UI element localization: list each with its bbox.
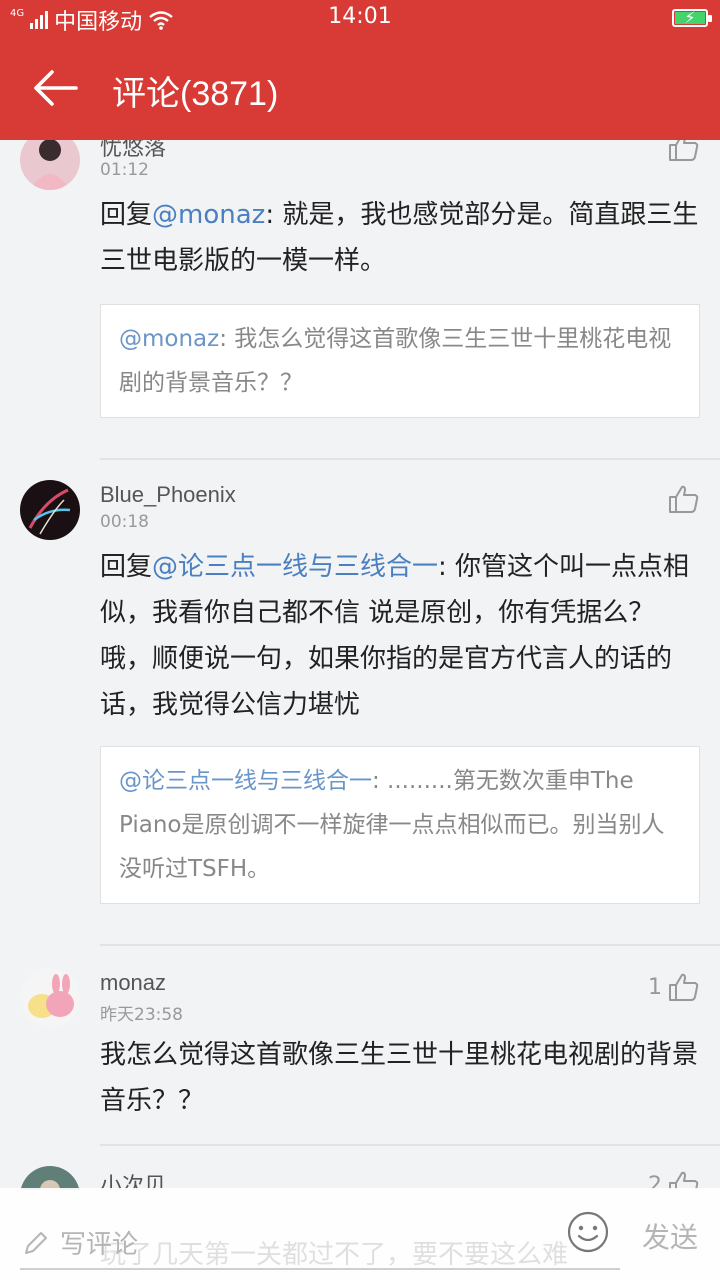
thumbs-up-icon: [669, 140, 699, 161]
comment-input[interactable]: 写评论: [22, 1224, 138, 1261]
comment-time: 00:18: [100, 512, 149, 532]
comment-placeholder: 写评论: [60, 1230, 139, 1260]
like-button[interactable]: 2: [648, 1170, 700, 1190]
page-title: 评论(3871): [112, 75, 279, 113]
comment-text: 我怎么觉得这首歌像三生三世十里桃花电视剧的背景音乐？？: [100, 1040, 699, 1116]
quoted-comment[interactable]: @论三点一线与三线合一: .........第无数次重申The Piano是原创…: [100, 746, 700, 904]
quote-mention[interactable]: @monaz: [119, 326, 219, 352]
comment-list[interactable]: 忧悠落 01:12 回复@monaz: 就是，我也感觉部分是。简直跟三生三世电影…: [0, 140, 720, 1190]
divider: [100, 458, 720, 460]
avatar[interactable]: [20, 1166, 80, 1190]
avatar[interactable]: [20, 968, 80, 1028]
back-arrow-icon[interactable]: [30, 66, 78, 110]
like-count: 1: [648, 974, 662, 1000]
comment-text: 回复@论三点一线与三线合一: 你管这个叫一点点相似，我看你自己都不信 说是原创，…: [100, 544, 700, 728]
quote-mention[interactable]: @论三点一线与三线合一: [119, 768, 372, 794]
clock: 14:01: [328, 4, 392, 29]
comment-time: 01:12: [100, 160, 149, 180]
reply-mention[interactable]: @论三点一线与三线合一: [152, 552, 438, 582]
comment-input-bar: 玩了几天第一关都过不了，要不要这么难 写评论 发送: [0, 1188, 720, 1280]
thumbs-up-icon: [669, 485, 699, 513]
input-underline: [20, 1268, 620, 1270]
like-button[interactable]: [662, 484, 700, 514]
thumbs-up-icon: [669, 1171, 699, 1190]
comment-preview-text: 玩了几天第一关都过不了，要不要这么难: [100, 1240, 569, 1270]
comment-text: 回复@monaz: 就是，我也感觉部分是。简直跟三生三世电影版的一模一样。: [100, 192, 700, 284]
divider: [100, 1144, 720, 1146]
comment-username[interactable]: 小次贝: [100, 1168, 166, 1190]
like-button[interactable]: [662, 140, 700, 162]
comment-username[interactable]: 忧悠落: [100, 140, 166, 162]
battery-icon: ⚡: [672, 8, 712, 27]
comment-username[interactable]: Blue_Phoenix: [100, 482, 236, 508]
divider: [100, 944, 720, 946]
reply-prefix: 回复: [100, 552, 153, 582]
avatar[interactable]: [20, 480, 80, 540]
status-bar: 4G 中国移动 14:01 ⚡: [0, 0, 720, 36]
emoji-icon[interactable]: [566, 1210, 610, 1254]
avatar[interactable]: [20, 140, 80, 190]
like-button[interactable]: 1: [648, 972, 700, 1002]
app-bar: 评论(3871): [0, 36, 720, 140]
reply-prefix: 回复: [100, 200, 153, 230]
comment-username[interactable]: monaz: [100, 970, 166, 996]
reply-mention[interactable]: @monaz: [152, 200, 265, 230]
pencil-icon: [25, 1231, 47, 1254]
quoted-comment[interactable]: @monaz: 我怎么觉得这首歌像三生三世十里桃花电视剧的背景音乐？？: [100, 304, 700, 418]
send-button[interactable]: 发送: [642, 1216, 698, 1256]
comment-time: 昨天23:58: [100, 1005, 183, 1025]
thumbs-up-icon: [669, 973, 699, 1001]
